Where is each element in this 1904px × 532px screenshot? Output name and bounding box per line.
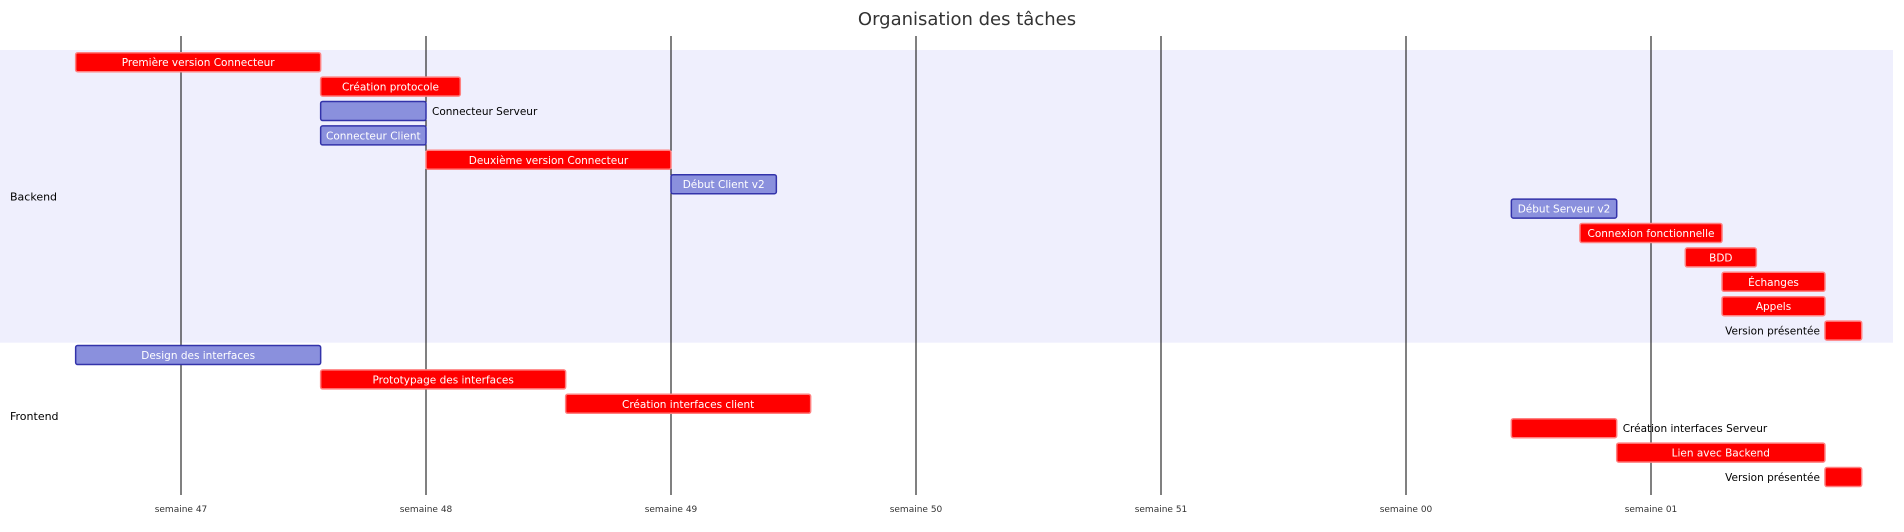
task-label-0-9: Échanges bbox=[1748, 276, 1799, 289]
task-label-0-7: Connexion fonctionnelle bbox=[1588, 228, 1715, 240]
task-bar-1-3 bbox=[1510, 417, 1618, 439]
task-label-0-5: Début Client v2 bbox=[683, 179, 765, 191]
task-bar-0-2 bbox=[319, 100, 427, 122]
task-label-0-0: Première version Connecteur bbox=[122, 57, 276, 69]
x-axis-ticks: semaine 47 semaine 48 semaine 49 semaine 50… bbox=[155, 505, 1678, 515]
task-label-0-4: Deuxième version Connecteur bbox=[469, 155, 629, 167]
task-label-0-10: Appels bbox=[1756, 301, 1791, 313]
task-label-1-3: Création interfaces Serveur bbox=[1623, 423, 1768, 435]
gantt-chart: semaine 47 semaine 48 semaine 49 semaine 50… bbox=[0, 9, 1893, 515]
tick-label-4: semaine 51 bbox=[1135, 505, 1188, 515]
task-label-1-1: Prototypage des interfaces bbox=[372, 374, 513, 386]
task-label-0-1: Création protocole bbox=[342, 82, 439, 94]
task-label-1-5: Version présentée bbox=[1725, 472, 1820, 484]
task-label-0-11: Version présentée bbox=[1725, 326, 1820, 338]
task-label-0-3: Connecteur Client bbox=[326, 130, 421, 142]
task-label-1-2: Création interfaces client bbox=[622, 399, 754, 411]
section-band-0 bbox=[0, 50, 1893, 343]
tick-label-2: semaine 49 bbox=[645, 505, 698, 515]
task-label-1-0: Design des interfaces bbox=[141, 350, 255, 362]
task-label-1-4: Lien avec Backend bbox=[1672, 448, 1770, 460]
tick-label-0: semaine 47 bbox=[155, 505, 208, 515]
chart-title: Organisation des tâches bbox=[858, 9, 1076, 30]
task-bar-1-5 bbox=[1824, 466, 1863, 488]
task-label-0-8: BDD bbox=[1709, 252, 1732, 264]
tick-label-6: semaine 01 bbox=[1625, 505, 1678, 515]
tick-label-3: semaine 50 bbox=[890, 505, 943, 515]
task-label-0-6: Début Serveur v2 bbox=[1518, 204, 1611, 216]
tick-label-1: semaine 48 bbox=[400, 505, 453, 515]
task-bar-0-11 bbox=[1824, 320, 1863, 341]
section-label-0: Backend bbox=[10, 190, 57, 203]
tick-label-5: semaine 00 bbox=[1380, 505, 1433, 515]
section-label-1: Frontend bbox=[10, 410, 59, 423]
task-label-0-2: Connecteur Serveur bbox=[432, 106, 538, 118]
